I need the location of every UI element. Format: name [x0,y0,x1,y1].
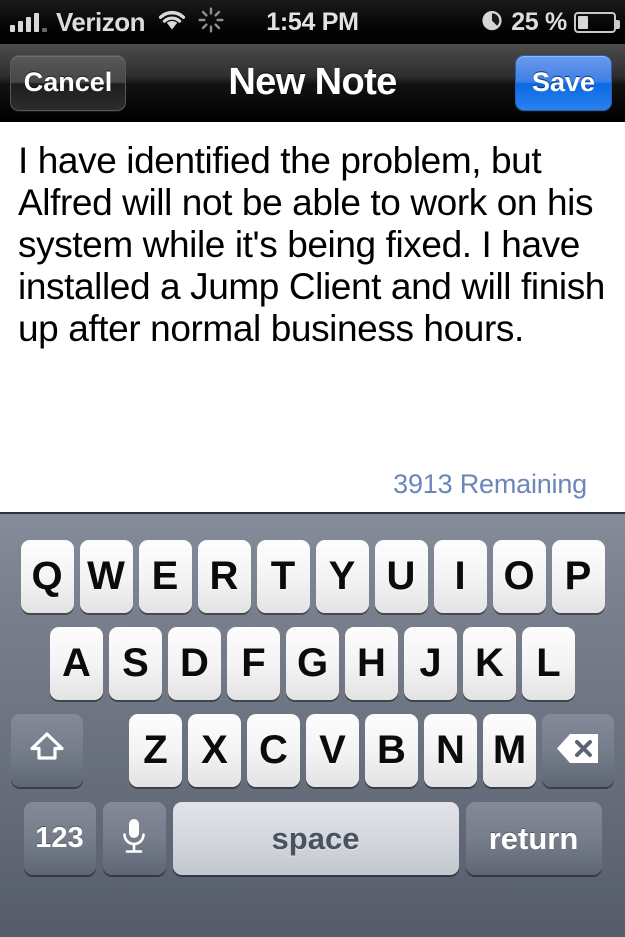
space-key[interactable]: space [172,802,459,875]
cancel-button[interactable]: Cancel [10,54,126,111]
key-s[interactable]: S [109,627,162,700]
backspace-delete-icon [556,732,600,770]
shift-arrow-icon [27,729,67,772]
key-o[interactable]: O [492,540,546,613]
keyboard-row-1: QWERTYUIOP [0,540,625,613]
return-key[interactable]: return [465,802,602,875]
backspace-key[interactable] [542,714,614,787]
save-button[interactable]: Save [515,54,612,111]
key-b[interactable]: B [365,714,418,787]
keyboard-row-4: 123 space return [0,802,625,875]
key-d[interactable]: D [168,627,221,700]
key-h[interactable]: H [345,627,398,700]
key-u[interactable]: U [374,540,428,613]
key-y[interactable]: Y [315,540,369,613]
dictation-key[interactable] [102,802,166,875]
battery-fill [578,15,588,29]
battery-percent-label: 25 % [511,7,567,36]
battery-icon [574,11,620,33]
keyboard-row-2: ASDFGHJKL [0,627,625,700]
iphone-screen: Verizon 1:54 PM 25 % Cancel New Note Sav… [0,0,625,937]
key-q[interactable]: Q [20,540,74,613]
key-c[interactable]: C [247,714,300,787]
keyboard-row3-spacer-right [109,714,123,787]
key-l[interactable]: L [522,627,575,700]
characters-remaining-label: 3913 Remaining [393,469,587,499]
key-v[interactable]: V [306,714,359,787]
key-i[interactable]: I [433,540,487,613]
key-g[interactable]: G [286,627,339,700]
key-t[interactable]: T [256,540,310,613]
numeric-mode-key[interactable]: 123 [23,802,96,875]
navigation-bar: Cancel New Note Save [0,44,625,122]
keyboard-row-3: ZXCVBNM [0,714,625,787]
key-m[interactable]: M [483,714,536,787]
key-j[interactable]: J [404,627,457,700]
microphone-icon [120,816,148,861]
shift-key[interactable] [11,714,83,787]
key-n[interactable]: N [424,714,477,787]
page-title: New Note [228,61,397,103]
key-e[interactable]: E [138,540,192,613]
keyboard-row3-spacer [89,714,103,787]
key-a[interactable]: A [50,627,103,700]
key-z[interactable]: Z [129,714,182,787]
alarm-clock-icon [480,8,504,37]
key-x[interactable]: X [188,714,241,787]
note-editor[interactable]: I have identified the problem, but Alfre… [0,122,625,512]
key-w[interactable]: W [79,540,133,613]
key-r[interactable]: R [197,540,251,613]
status-bar-right: 25 % [480,7,620,37]
status-bar: Verizon 1:54 PM 25 % [0,0,625,44]
on-screen-keyboard[interactable]: QWERTYUIOP ASDFGHJKL ZXCVBNM 123 space r… [0,512,625,937]
key-k[interactable]: K [463,627,516,700]
key-p[interactable]: P [551,540,605,613]
note-text[interactable]: I have identified the problem, but Alfre… [18,140,607,350]
key-f[interactable]: F [227,627,280,700]
